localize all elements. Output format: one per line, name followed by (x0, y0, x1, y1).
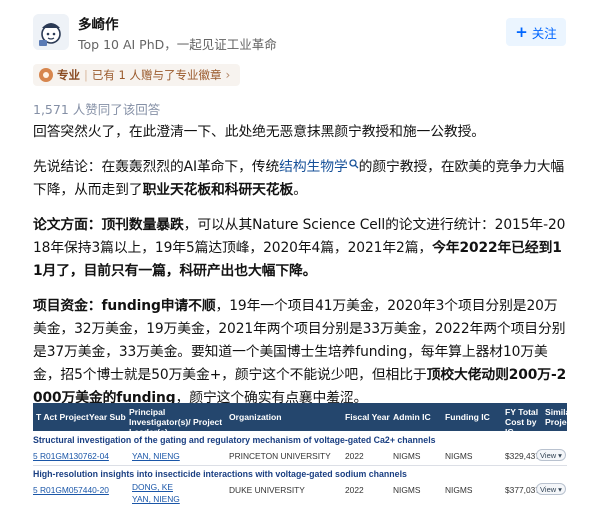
table-header: T Act Project Year Sub Principal Investi… (33, 403, 567, 437)
admin-ic: NIGMS (393, 451, 421, 461)
nih-funding-table: T Act Project Year Sub Principal Investi… (33, 403, 567, 507)
pi-link[interactable]: YAN, NIENG (132, 494, 180, 504)
col-funding-ic: Funding IC (445, 412, 490, 422)
professional-badge[interactable]: 专业 | 已有 1 人赠与了专业徽章 › (33, 64, 241, 86)
author-bio: Top 10 AI PhD，一起见证工业革命 (78, 37, 277, 52)
paragraph-funding: 项目资金：funding申请不顺，19年一个项目41万美金，2020年3个项目分… (33, 295, 568, 410)
pi-link[interactable]: YAN, NIENG (132, 451, 180, 461)
follow-label: 关注 (531, 25, 557, 41)
col-pi: Principal Investigator(s)/ Project Leade… (129, 407, 223, 437)
chevron-down-icon: ▾ (558, 450, 562, 460)
col-project: T Act Project (36, 412, 89, 422)
paragraph-conclusion: 先说结论：在轰轰烈烈的AI革命下，传统结构生物学 的颜宁教授，在欧美的竞争力大幅下… (33, 156, 568, 202)
col-year: Year Sub (89, 412, 126, 422)
avatar[interactable] (33, 14, 69, 50)
total-cost: $377,037 (505, 485, 540, 495)
pi-link[interactable]: DONG, KE (132, 482, 173, 492)
project-title-link[interactable]: Structural investigation of the gating a… (33, 435, 436, 445)
badge-separator: | (84, 68, 88, 82)
col-similar: Similar Projects (545, 407, 567, 427)
view-button[interactable]: View ▾ (536, 483, 566, 495)
paragraph-text: 先说结论：在轰轰烈烈的AI革命下，传统 (33, 159, 280, 175)
paragraph-text: 回答突然火了，在此澄清一下、此处绝无恶意抹黑颜宁教授和施一公教授。 (33, 124, 485, 140)
project-number-link[interactable]: 5 R01GM130762-04 (33, 451, 109, 461)
view-button[interactable]: View ▾ (536, 449, 566, 461)
badge-label: 专业 (57, 68, 80, 82)
follow-button[interactable]: + 关注 (506, 18, 566, 46)
structural-biology-link[interactable]: 结构生物学 (279, 159, 348, 175)
col-organization: Organization (229, 412, 282, 422)
organization: DUKE UNIVERSITY (229, 485, 305, 495)
organization: PRINCETON UNIVERSITY (229, 451, 331, 461)
col-fiscal-year: Fiscal Year (345, 412, 390, 422)
project-title-link[interactable]: High-resolution insights into insecticid… (33, 469, 407, 479)
admin-ic: NIGMS (393, 485, 421, 495)
search-icon[interactable] (348, 159, 359, 169)
plus-icon: + (515, 22, 528, 41)
chevron-down-icon: ▾ (558, 484, 562, 494)
bold-text: 项目资金：funding申请不顺 (33, 298, 216, 314)
answer-header: 多崎作 Top 10 AI PhD，一起见证工业革命 + 关注 (0, 0, 600, 60)
avatar-illustration-icon (33, 14, 69, 50)
project-number-link[interactable]: 5 R01GM057440-20 (33, 485, 109, 495)
funding-ic: NIGMS (445, 451, 473, 461)
chevron-right-icon: › (225, 68, 231, 82)
funding-ic: NIGMS (445, 485, 473, 495)
col-total-cost: FY Total Cost by IC (505, 407, 539, 437)
answer-content: 回答突然火了，在此澄清一下、此处绝无恶意抹黑颜宁教授和施一公教授。 先说结论：在… (33, 121, 568, 422)
paragraph-papers: 论文方面：顶刊数量暴跌，可以从其Nature Science Cell的论文进行… (33, 214, 568, 283)
fiscal-year: 2022 (345, 485, 364, 495)
agree-count: 1,571 人赞同了该回答 (33, 102, 161, 117)
bold-text: 论文方面：顶刊数量暴跌 (33, 217, 184, 233)
col-admin-ic: Admin IC (393, 412, 431, 422)
medal-icon (39, 68, 53, 82)
view-label: View (540, 450, 557, 460)
bold-text: 职业天花板和科研天花板 (142, 182, 294, 198)
badge-text: 已有 1 人赠与了专业徽章 (91, 68, 222, 82)
total-cost: $329,437 (505, 451, 540, 461)
paragraph-clarification: 回答突然火了，在此澄清一下、此处绝无恶意抹黑颜宁教授和施一公教授。 (33, 121, 568, 144)
paragraph-text: 。 (293, 182, 307, 198)
row-divider (33, 465, 567, 466)
fiscal-year: 2022 (345, 451, 364, 461)
author-name[interactable]: 多崎作 (78, 13, 119, 33)
view-label: View (540, 484, 557, 494)
